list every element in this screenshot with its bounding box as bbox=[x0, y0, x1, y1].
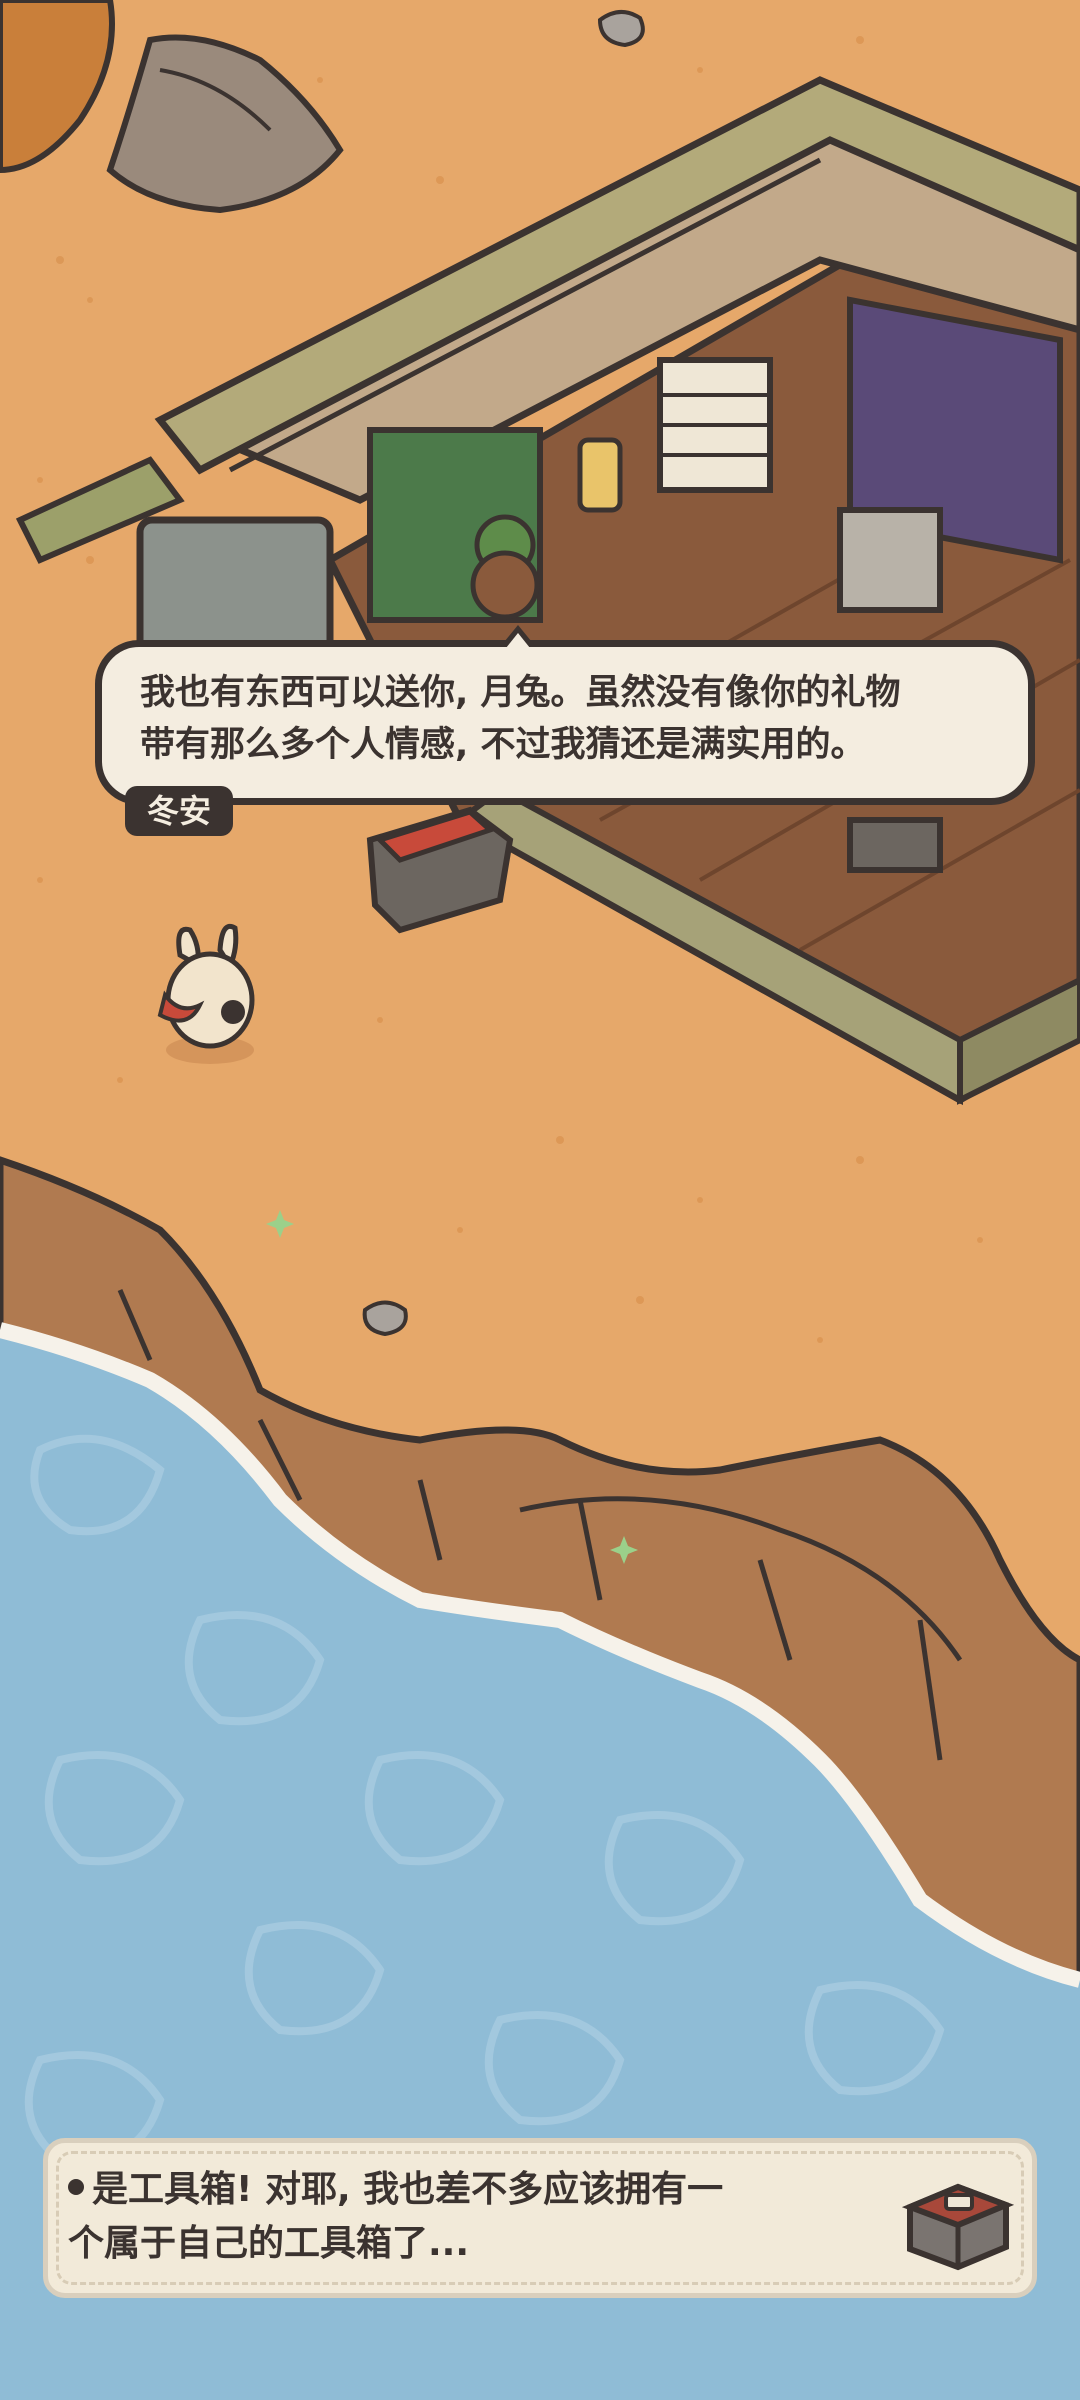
item-notice-box[interactable]: 是工具箱! 对耶, 我也差不多应该拥有一 个属于自己的工具箱了... bbox=[43, 2138, 1037, 2298]
dialogue-line-1: 我也有东西可以送你, 月兔。虽然没有像你的礼物 bbox=[140, 673, 901, 713]
bullet-icon bbox=[68, 2179, 84, 2195]
rock bbox=[597, 10, 645, 48]
speaker-name-tag: 冬安 bbox=[125, 786, 234, 836]
notice-line-1: 是工具箱! 对耶, 我也差不多应该拥有一 bbox=[68, 2163, 918, 2217]
toolbox-icon bbox=[901, 2183, 1015, 2271]
notice-text: 是工具箱! 对耶, 我也差不多应该拥有一 个属于自己的工具箱了... bbox=[68, 2163, 918, 2271]
notice-line-2: 个属于自己的工具箱了... bbox=[68, 2223, 470, 2264]
dialogue-bubble[interactable]: 我也有东西可以送你, 月兔。虽然没有像你的礼物 带有那么多个人情感, 不过我猜还… bbox=[95, 625, 1035, 805]
game-scene bbox=[0, 0, 1080, 2400]
notice-line-1-text: 是工具箱! 对耶, 我也差不多应该拥有一 bbox=[92, 2169, 724, 2210]
dialogue-line-2: 带有那么多个人情感, 不过我猜还是满实用的。 bbox=[140, 725, 866, 765]
dialogue-tail bbox=[500, 625, 536, 648]
rock bbox=[362, 1300, 408, 1337]
